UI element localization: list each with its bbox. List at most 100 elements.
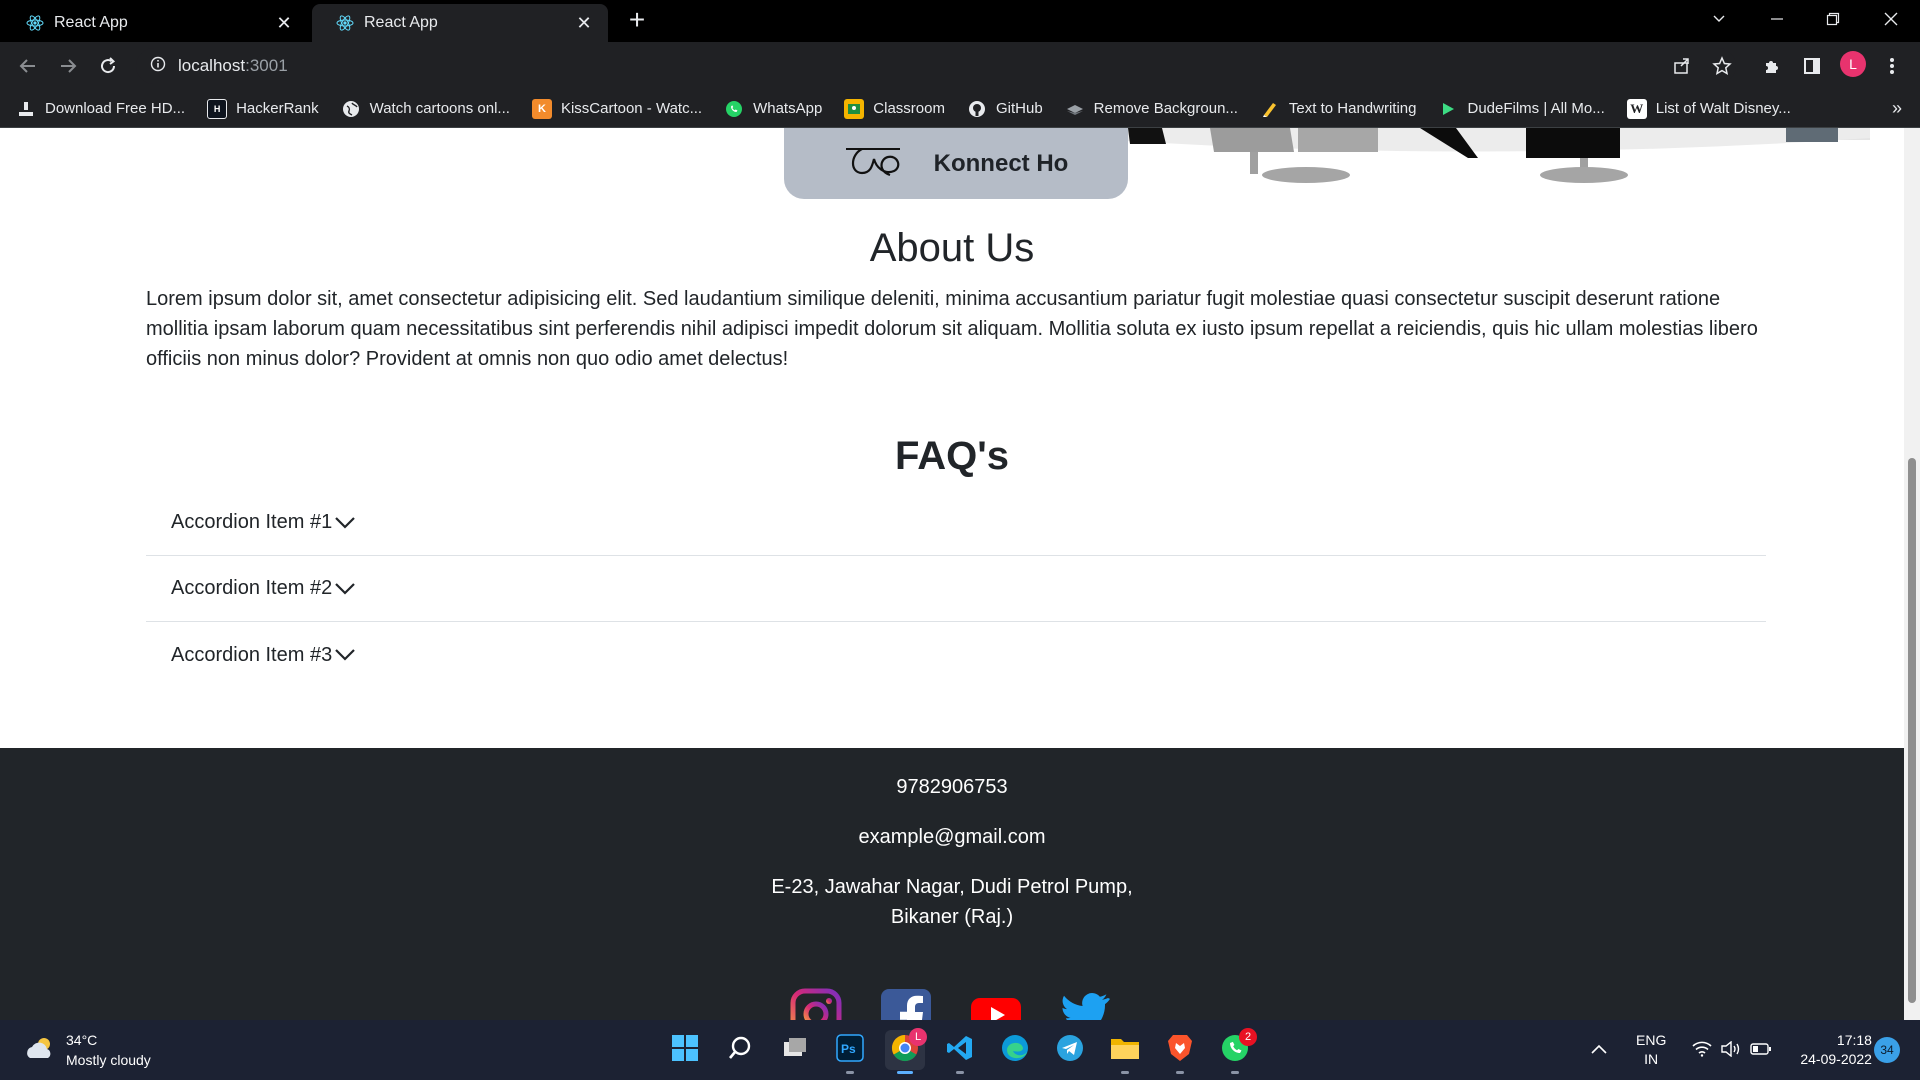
chrome-profile-badge: L — [909, 1028, 927, 1046]
restore-icon[interactable] — [1808, 0, 1858, 38]
taskbar-app-brave[interactable] — [1160, 1030, 1200, 1074]
tab-search-icon[interactable] — [1694, 0, 1744, 38]
download-icon — [16, 98, 36, 119]
chevron-down-icon — [334, 648, 356, 662]
bookmark-item[interactable]: K KissCartoon - Watc... — [531, 98, 702, 119]
bookmark-item[interactable]: DudeFilms | All Mo... — [1438, 99, 1605, 119]
about-title: About Us — [869, 226, 1035, 270]
social-links — [790, 988, 1120, 1020]
bookmark-label: List of Walt Disney... — [1655, 100, 1791, 117]
bookmark-item[interactable]: H HackerRank — [207, 98, 319, 119]
kisscartoon-icon: K — [531, 98, 552, 119]
bookmark-item[interactable]: GitHub — [967, 99, 1043, 119]
extensions-icon[interactable] — [1758, 52, 1786, 80]
handwriting-icon — [1260, 99, 1280, 119]
menu-kebab-icon[interactable] — [1878, 52, 1906, 80]
chevron-up-icon[interactable] — [1590, 1042, 1608, 1058]
taskbar-app-telegram[interactable] — [1050, 1030, 1090, 1070]
profile-avatar[interactable]: L — [1840, 51, 1866, 77]
taskbar-app-file-explorer[interactable] — [1105, 1030, 1145, 1074]
bookmarks-overflow-button[interactable]: » — [1892, 98, 1902, 119]
language-indicator[interactable]: ENG IN — [1636, 1031, 1666, 1069]
back-arrow-icon[interactable] — [12, 50, 44, 82]
volume-icon[interactable] — [1720, 1040, 1742, 1060]
accordion-item[interactable]: Accordion Item #1 — [146, 490, 1766, 556]
bookmark-star-icon[interactable] — [1708, 52, 1736, 80]
bookmark-label: GitHub — [995, 100, 1043, 117]
tab-title: React App — [54, 14, 128, 31]
bookmark-label: Watch cartoons onl... — [369, 100, 510, 117]
bookmark-item[interactable]: Download Free HD... — [16, 98, 185, 119]
taskbar-app-vscode[interactable] — [940, 1030, 980, 1074]
new-tab-button[interactable]: + — [622, 6, 652, 36]
photoshop-icon: Ps — [836, 1033, 864, 1067]
browser-tab-1[interactable]: React App ✕ — [2, 4, 308, 42]
faq-title: FAQ's — [895, 434, 1009, 478]
taskbar-app-whatsapp[interactable]: 2 — [1215, 1028, 1257, 1074]
removebg-icon — [1065, 99, 1085, 119]
globe-icon — [341, 99, 361, 119]
browser-tab-2[interactable]: React App ✕ — [312, 4, 608, 42]
task-view-icon — [782, 1036, 808, 1065]
wikipedia-icon: W — [1626, 98, 1647, 119]
task-view-button[interactable] — [775, 1030, 815, 1070]
hero-illustration — [1110, 128, 1870, 183]
side-panel-icon[interactable] — [1798, 52, 1826, 80]
accordion-item[interactable]: Accordion Item #2 — [146, 556, 1766, 622]
folder-icon — [1110, 1035, 1140, 1066]
brand-badge[interactable]: Konnect Ho — [784, 128, 1128, 199]
bookmark-item[interactable]: Remove Backgroun... — [1065, 99, 1238, 119]
bookmark-label: Text to Handwriting — [1288, 100, 1417, 117]
tab-title: React App — [364, 14, 438, 31]
svg-text:Ps: Ps — [841, 1042, 856, 1056]
info-icon[interactable] — [150, 56, 166, 77]
telegram-icon — [1056, 1034, 1084, 1067]
weather-description: Mostly cloudy — [66, 1052, 151, 1068]
brand-name: Konnect Ho — [933, 149, 1069, 177]
instagram-icon[interactable] — [790, 988, 842, 1020]
facebook-icon[interactable] — [880, 988, 932, 1020]
vscode-icon — [946, 1034, 974, 1067]
bookmark-label: Remove Backgroun... — [1093, 100, 1238, 117]
site-footer: 9782906753 example@gmail.com E-23, Jawah… — [0, 748, 1904, 1020]
accordion-label: Accordion Item #3 — [171, 643, 333, 666]
accordion-item[interactable]: Accordion Item #3 — [146, 622, 1766, 688]
react-icon — [26, 14, 44, 32]
faq-accordion: Accordion Item #1 Accordion Item #2 Acco… — [146, 490, 1766, 688]
weather-widget[interactable]: 34°C Mostly cloudy — [24, 1030, 151, 1070]
bookmark-label: Classroom — [873, 100, 945, 117]
bookmark-label: DudeFilms | All Mo... — [1467, 100, 1605, 117]
scrollbar-thumb[interactable] — [1908, 458, 1916, 1003]
wifi-icon[interactable] — [1692, 1041, 1712, 1060]
taskbar-app-chrome[interactable]: L — [885, 1028, 927, 1074]
bookmark-item[interactable]: WhatsApp — [724, 99, 822, 119]
running-indicator — [1176, 1071, 1184, 1074]
twitter-icon[interactable] — [1060, 988, 1112, 1020]
battery-icon[interactable] — [1750, 1042, 1772, 1059]
bookmark-item[interactable]: Classroom — [844, 98, 945, 119]
taskbar-app-edge[interactable] — [995, 1030, 1035, 1070]
taskbar-app-photoshop[interactable]: Ps — [830, 1030, 870, 1074]
language-code: ENG — [1636, 1032, 1667, 1048]
cloudy-weather-icon — [24, 1034, 56, 1067]
search-button[interactable] — [720, 1030, 760, 1070]
youtube-icon[interactable] — [970, 988, 1022, 1020]
close-icon[interactable]: ✕ — [570, 9, 598, 37]
minimize-icon[interactable] — [1752, 0, 1802, 38]
bookmarks-bar: Download Free HD... H HackerRank Watch ca… — [0, 90, 1920, 128]
notification-badge[interactable]: 34 — [1874, 1037, 1900, 1063]
start-button[interactable] — [665, 1030, 705, 1070]
address-bar[interactable]: localhost:3001 — [136, 48, 1736, 84]
reload-icon[interactable] — [92, 50, 124, 82]
clock[interactable]: 17:18 24-09-2022 — [1800, 1031, 1872, 1069]
close-icon[interactable]: ✕ — [270, 9, 298, 37]
share-icon[interactable] — [1668, 52, 1696, 80]
clock-date: 24-09-2022 — [1800, 1051, 1872, 1067]
page-scrollbar[interactable] — [1904, 128, 1920, 1020]
bookmark-item[interactable]: W List of Walt Disney... — [1626, 98, 1791, 119]
system-tray: ENG IN 17:18 24-09-2022 — [1590, 1020, 1872, 1080]
bookmark-item[interactable]: Text to Handwriting — [1260, 99, 1417, 119]
close-window-icon[interactable] — [1866, 0, 1916, 38]
forward-arrow-icon[interactable] — [52, 50, 84, 82]
bookmark-item[interactable]: Watch cartoons onl... — [341, 99, 510, 119]
